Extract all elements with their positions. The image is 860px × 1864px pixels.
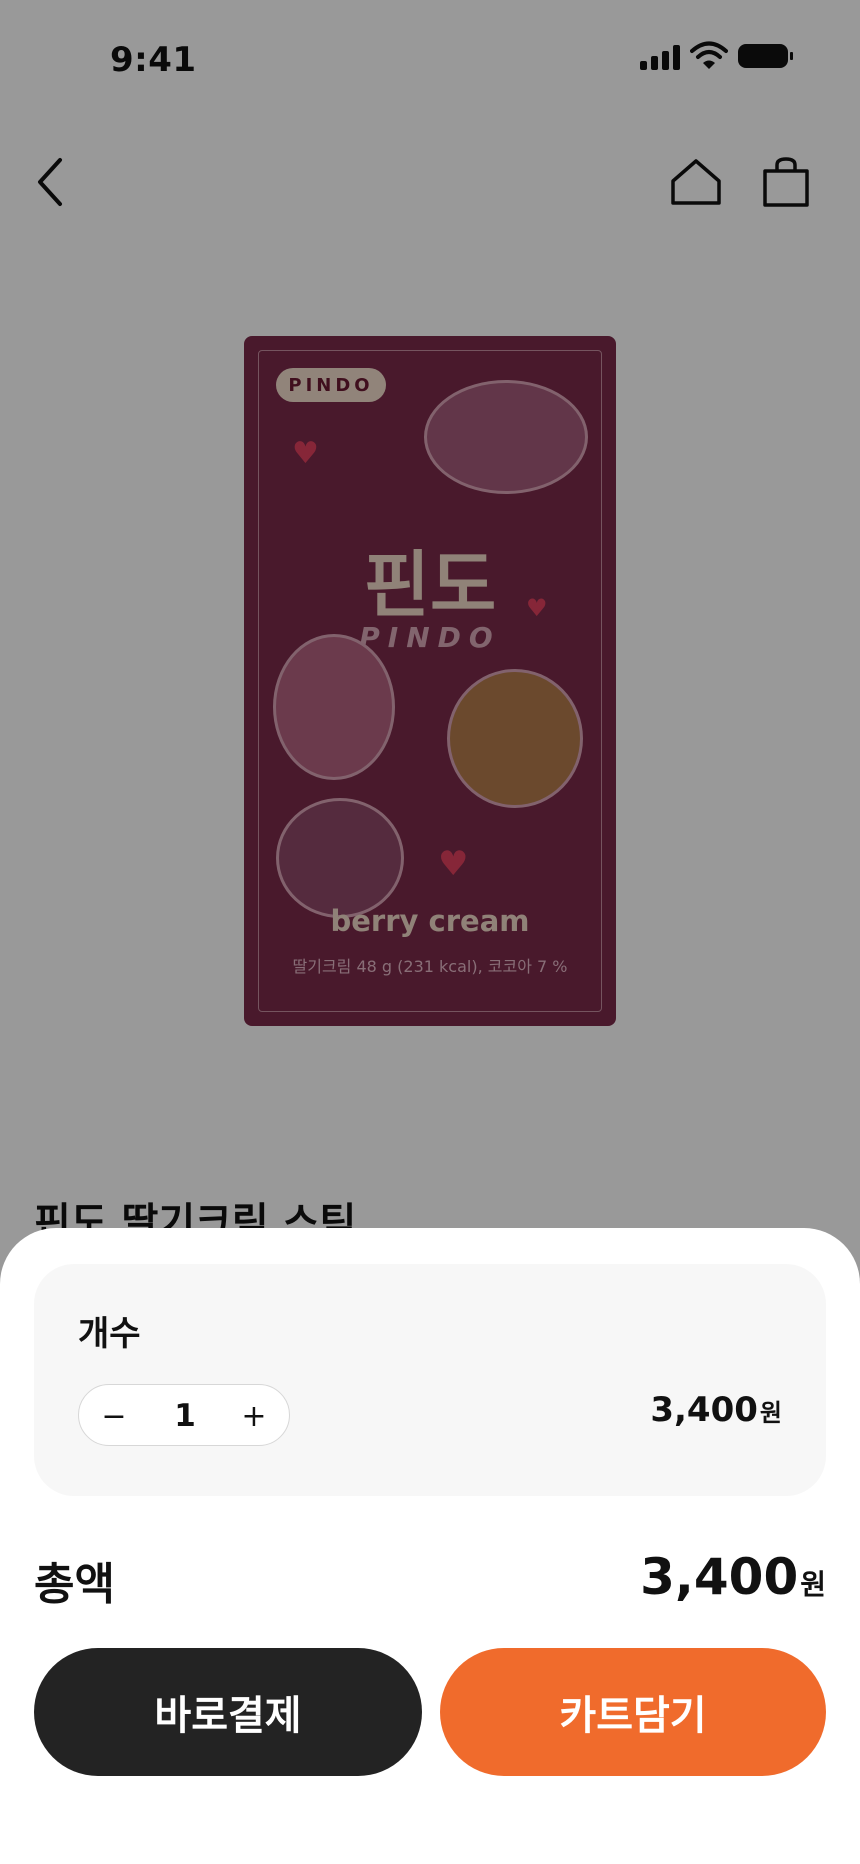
unit-price-currency: 원 [759,1399,782,1427]
total-price-amount: 3,400 [640,1548,799,1606]
increase-quantity-button[interactable]: + [219,1385,289,1447]
add-to-cart-button[interactable]: 카트담기 [440,1648,826,1776]
purchase-bottom-sheet: 개수 − 1 + 3,400 원 총액 3,400 원 바로결제 카트담기 [0,1228,860,1864]
unit-price-amount: 3,400 [650,1390,758,1430]
quantity-label: 개수 [78,1314,141,1354]
buy-now-button[interactable]: 바로결제 [34,1648,422,1776]
quantity-stepper: − 1 + [78,1384,290,1446]
quantity-value: 1 [174,1398,196,1434]
total-label: 총액 [34,1559,115,1610]
decrease-quantity-button[interactable]: − [79,1385,149,1447]
total-price-currency: 원 [800,1568,826,1601]
total-price: 3,400 원 [640,1548,826,1606]
unit-price: 3,400 원 [650,1390,782,1430]
quantity-card: 개수 − 1 + 3,400 원 [34,1264,826,1496]
screen: 9:41 PINDO ♥ 핀도 ♥ PINDO ♥ berry cream 딸기… [0,0,860,1864]
